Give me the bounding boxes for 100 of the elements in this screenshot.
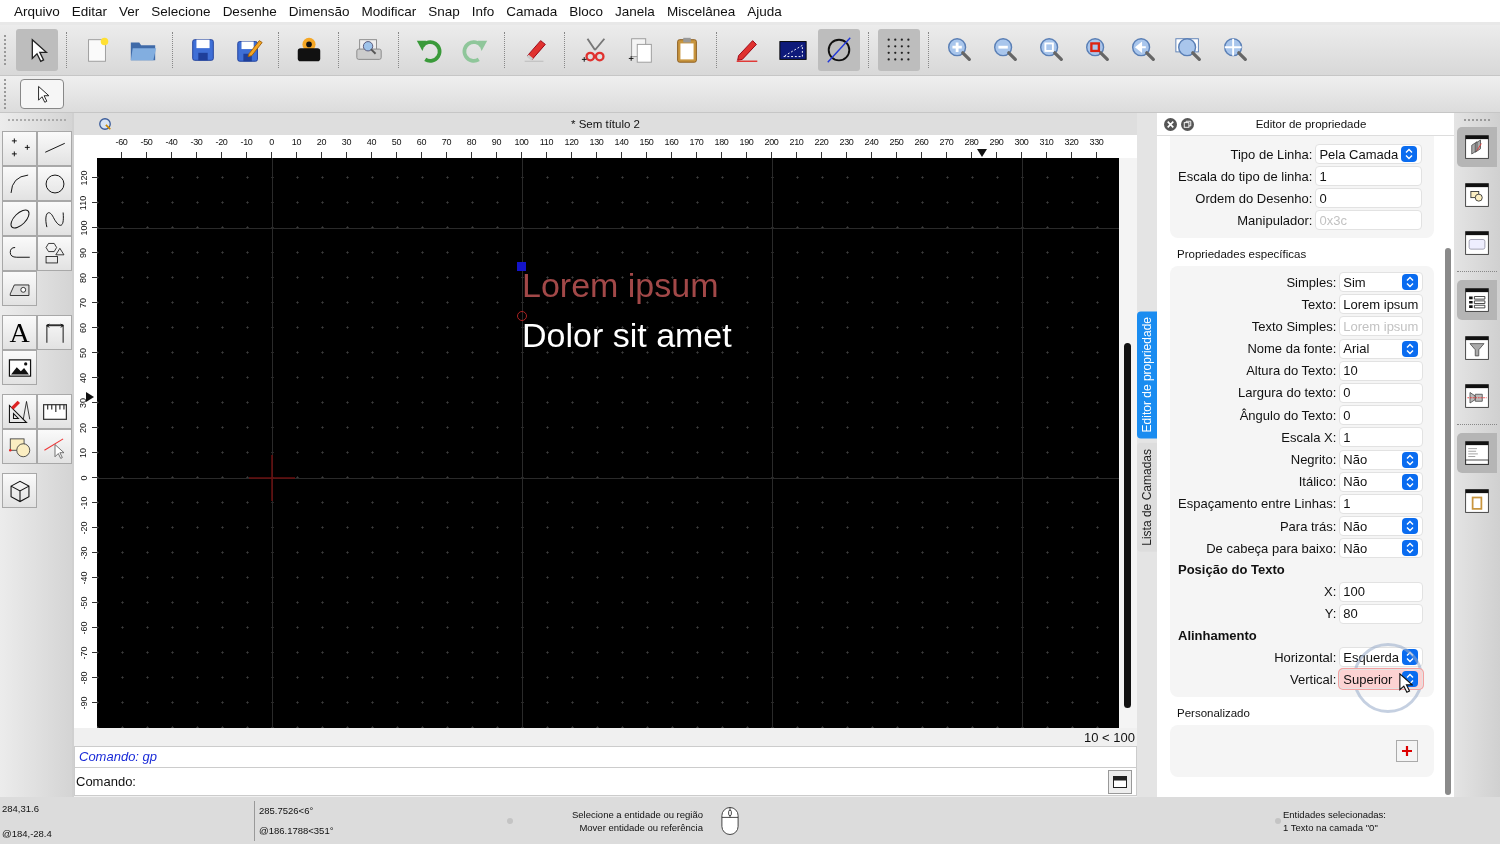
ruler-label: 290 xyxy=(984,135,1009,158)
circle-line-icon xyxy=(824,35,854,65)
input-field[interactable]: 80 xyxy=(1339,603,1424,624)
input-field[interactable]: Lorem ipsum xyxy=(1339,294,1424,315)
dropdown[interactable]: Não xyxy=(1339,449,1424,470)
dropdown[interactable]: Não xyxy=(1339,538,1424,559)
toggle-panel-button[interactable] xyxy=(1108,769,1132,794)
menu-item[interactable]: Desenhe xyxy=(216,3,283,19)
menu-item[interactable]: Miscelânea xyxy=(660,3,742,19)
scrollbar-thumb[interactable] xyxy=(1124,343,1131,708)
menu-item[interactable]: Bloco xyxy=(563,3,610,19)
select-button[interactable] xyxy=(20,79,64,109)
property-label: Ordem do Desenho: xyxy=(1195,190,1313,206)
menu-item[interactable]: Ajuda xyxy=(741,3,788,19)
input-field[interactable]: 1 xyxy=(1339,427,1424,448)
ruler-label: 20 xyxy=(78,422,89,433)
input-field[interactable]: 100 xyxy=(1339,581,1424,602)
dropdown[interactable]: Arial xyxy=(1339,338,1424,359)
menu-item[interactable]: Info xyxy=(465,3,501,19)
coordinates-text: 284,31.6 xyxy=(2,802,40,814)
circle-line-button[interactable] xyxy=(818,29,860,71)
hatch-tool-button[interactable] xyxy=(2,271,37,306)
polyline-tool-button[interactable] xyxy=(2,236,37,271)
ruler-label: 260 xyxy=(909,135,934,158)
menu-item[interactable]: Editar xyxy=(65,3,114,19)
menu-item[interactable]: Modificar xyxy=(355,3,423,19)
cube-tool-button[interactable] xyxy=(2,473,37,508)
ruler-label: 30 xyxy=(78,397,89,408)
image-tool-button[interactable] xyxy=(2,350,37,385)
close-icon[interactable] xyxy=(1164,117,1177,131)
pointer-button[interactable] xyxy=(16,29,58,71)
input-field[interactable]: 0 xyxy=(1315,188,1422,208)
arc-tool-button[interactable] xyxy=(2,166,37,201)
ruler-label: 20 xyxy=(309,135,334,158)
property-label: Horizontal: xyxy=(1274,649,1337,665)
selection-handle[interactable] xyxy=(517,262,526,271)
list-window-button[interactable] xyxy=(1457,280,1497,320)
ruler-label: 50 xyxy=(384,135,409,158)
command-window-button[interactable] xyxy=(1457,433,1497,473)
ruler-label: 120 xyxy=(78,170,89,185)
dropdown[interactable]: Não xyxy=(1339,471,1424,492)
layers-window-button[interactable] xyxy=(1457,127,1497,167)
input-field[interactable]: 1 xyxy=(1315,166,1422,186)
ellipse-tool-button[interactable] xyxy=(2,201,37,236)
menu-item[interactable]: Ver xyxy=(113,3,146,19)
menu-item[interactable]: Arquivo xyxy=(8,3,66,19)
menu-item[interactable]: Selecione xyxy=(145,3,217,19)
input-field[interactable]: 10 xyxy=(1339,360,1424,381)
shapes-tool-button[interactable] xyxy=(37,236,72,271)
ruler-label: 130 xyxy=(584,135,609,158)
float-window-icon[interactable] xyxy=(1181,117,1194,131)
ruler-label: 300 xyxy=(1009,135,1034,158)
selection-info: 1 Texto na camada "0" xyxy=(1283,821,1379,833)
ruler-label: 220 xyxy=(809,135,834,158)
menu-item[interactable]: Snap xyxy=(422,3,466,19)
section-title: Propriedades específicas xyxy=(1177,248,1308,260)
drawing-text[interactable]: Lorem ipsum xyxy=(522,266,719,304)
scale-label: 10 < 100 xyxy=(1084,729,1135,745)
dropdown[interactable]: Esquerda xyxy=(1339,647,1424,668)
ruler-label: 110 xyxy=(534,135,559,158)
points-tool-button[interactable] xyxy=(2,131,37,166)
ruler-tool-button[interactable] xyxy=(37,394,72,429)
ruler-label: 60 xyxy=(409,135,434,158)
add-property-button[interactable] xyxy=(1396,740,1418,763)
menu-item[interactable]: Dimensão xyxy=(282,3,356,19)
set-square-compass-tool-button[interactable] xyxy=(2,394,37,429)
drawing-text[interactable]: Dolor sit amet xyxy=(522,316,732,354)
ruler-label: 230 xyxy=(834,135,859,158)
menu-item[interactable]: Camada xyxy=(500,3,564,19)
property-label: De cabeça para baixo: xyxy=(1206,540,1337,556)
ruler-label: -60 xyxy=(109,135,134,158)
group-heading: Posição do Texto xyxy=(1178,561,1286,580)
spline-tool-button[interactable] xyxy=(37,201,72,236)
input-field[interactable]: 0 xyxy=(1339,405,1424,426)
dropdown[interactable]: Pela Camada xyxy=(1315,144,1422,164)
input-field[interactable]: 0 xyxy=(1339,382,1424,403)
block-tool-button[interactable] xyxy=(2,429,37,464)
scrollbar-thumb[interactable] xyxy=(1445,248,1451,795)
layers-window-icon xyxy=(1463,133,1491,161)
window-icon xyxy=(1113,775,1127,788)
drawing-canvas[interactable]: Lorem ipsum Dolor sit amet xyxy=(97,158,1119,728)
command-label: Comando: xyxy=(76,774,136,789)
ruler-label: 240 xyxy=(859,135,884,158)
property-label: Manipulador: xyxy=(1237,212,1313,228)
dock-tab[interactable]: Lista de Camadas xyxy=(1137,443,1157,553)
property-label: Negrito: xyxy=(1290,452,1337,467)
menu-item[interactable]: Janela xyxy=(609,3,661,19)
dropdown[interactable]: Não xyxy=(1339,516,1424,537)
input-field[interactable]: 1 xyxy=(1339,493,1424,514)
ruler-label: 140 xyxy=(609,135,634,158)
ruler-label: -10 xyxy=(234,135,259,158)
ruler-label: 210 xyxy=(784,135,809,158)
dropdown[interactable]: Sim xyxy=(1339,272,1424,292)
text-tool-button[interactable]: A xyxy=(2,315,37,350)
circle-tool-button[interactable] xyxy=(37,166,72,201)
coordinates-text: @186.1788<351° xyxy=(259,825,335,836)
property-label: Itálico: xyxy=(1298,474,1337,490)
dimension-tool-tool-button[interactable] xyxy=(37,315,72,350)
grid-dots-button[interactable] xyxy=(878,29,920,71)
ruler-label: 80 xyxy=(78,272,89,283)
